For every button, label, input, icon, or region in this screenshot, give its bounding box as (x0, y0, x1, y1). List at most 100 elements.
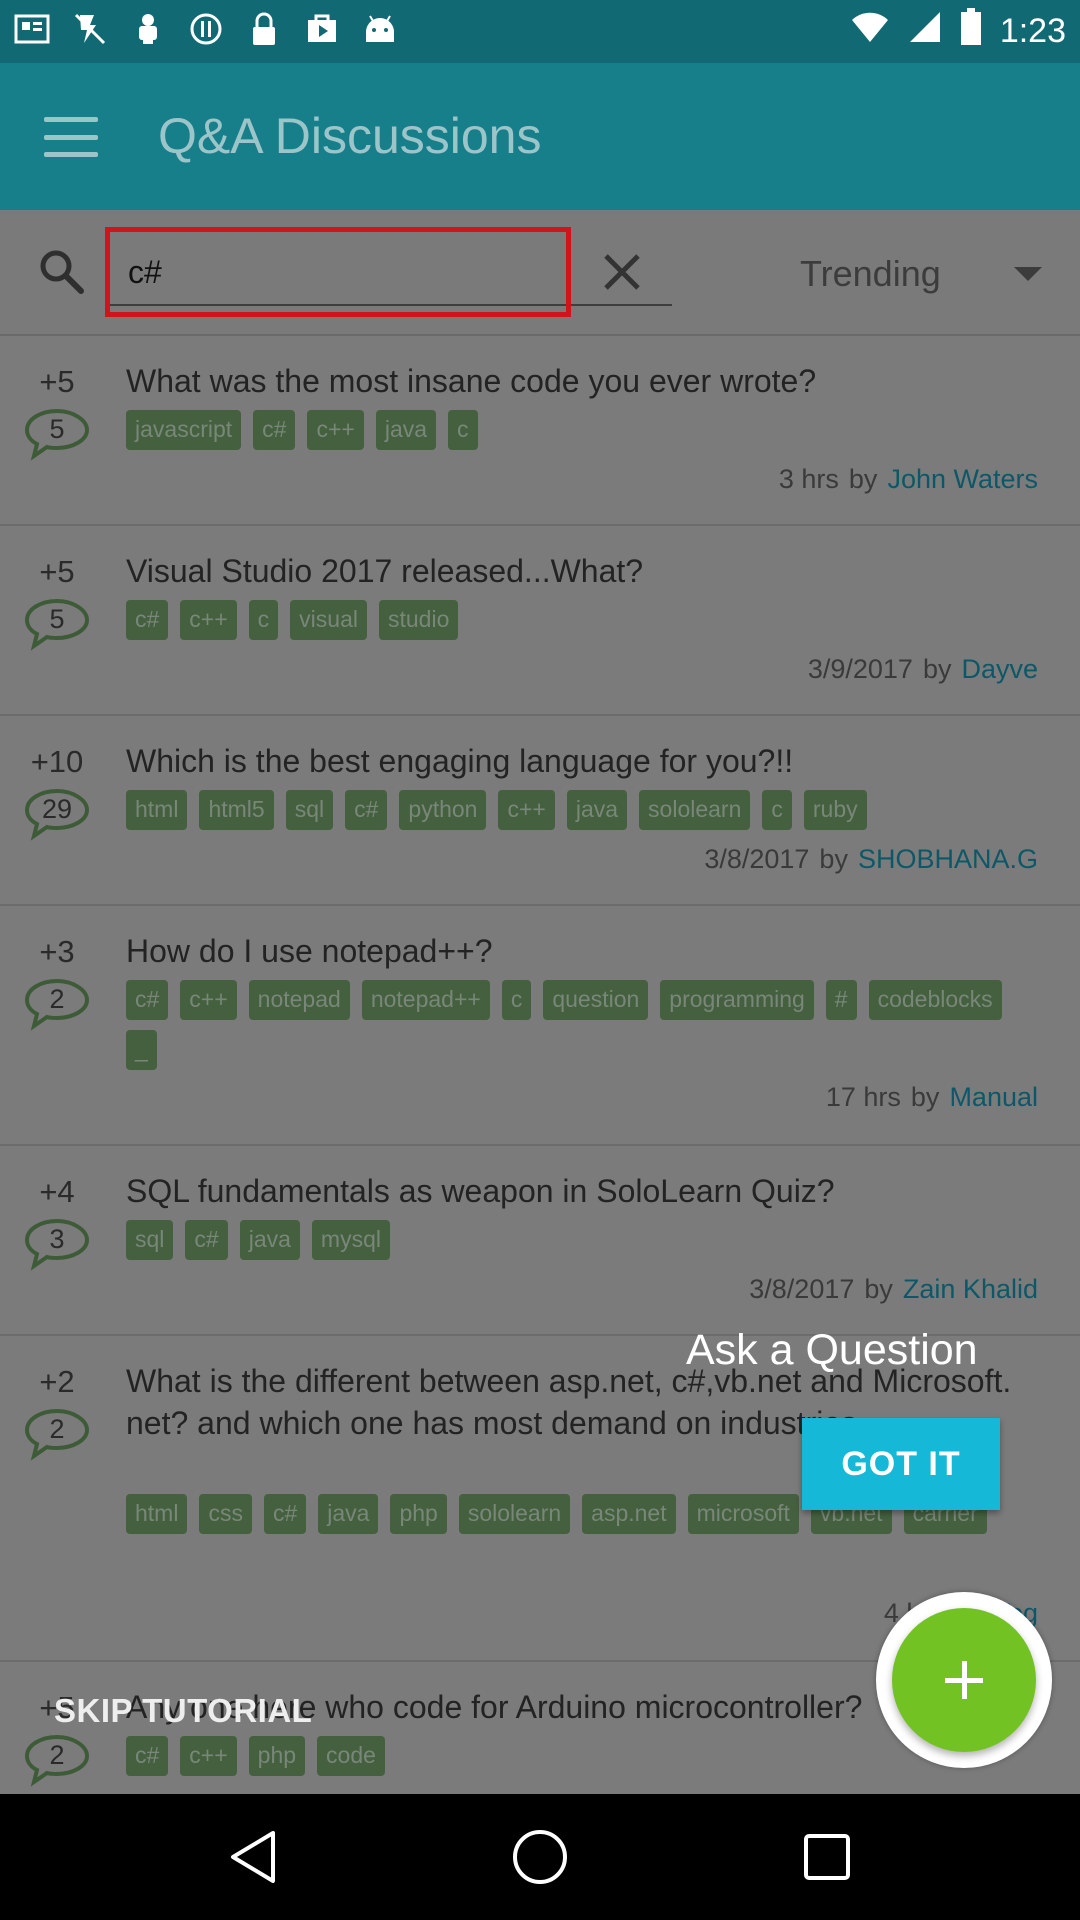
tag-chip[interactable]: c++ (498, 790, 555, 830)
tag-chip[interactable]: c# (263, 1494, 307, 1534)
tag-list: html html5 sql c# python c++ java sololearn c rub… (126, 790, 1026, 830)
list-item[interactable]: +10 29 Which is the best engaging language… (0, 716, 1080, 906)
question-title[interactable]: Which is the best engaging language for … (126, 740, 1026, 782)
tag-chip[interactable]: html (126, 790, 188, 830)
tag-chip[interactable]: codeblocks (868, 980, 1002, 1020)
list-item[interactable]: +5 5 What was the most insane code you eve… (0, 336, 1080, 526)
post-meta: 3/8/2017 by Zain Khalid (749, 1274, 1038, 1305)
tag-chip[interactable]: mysql (311, 1220, 390, 1260)
by-label: by (922, 654, 952, 684)
answer-count: 29 (41, 794, 73, 824)
tag-chip[interactable]: c++ (180, 600, 237, 640)
tag-chip[interactable]: java (375, 410, 437, 450)
tag-chip[interactable]: php (390, 1494, 447, 1534)
recents-icon[interactable] (795, 1825, 859, 1889)
chevron-down-icon (1014, 267, 1042, 281)
play-store-icon (304, 12, 340, 52)
tag-chip[interactable]: microsoft (687, 1494, 799, 1534)
gallery-icon (14, 12, 50, 52)
discussion-list: +5 5 What was the most insane code you eve… (0, 336, 1080, 1794)
tag-chip[interactable]: _ (126, 1030, 157, 1070)
tag-chip[interactable]: c (501, 980, 532, 1020)
tag-chip[interactable]: c++ (180, 1736, 237, 1776)
list-item[interactable]: +3 2 How do I use notepad++? c# c++ notepad no… (0, 906, 1080, 1146)
tag-chip[interactable]: notepad++ (361, 980, 490, 1020)
add-question-button[interactable] (892, 1608, 1036, 1752)
tag-chip[interactable]: html5 (199, 790, 274, 830)
skip-tutorial-button[interactable]: SKIP TUTORIAL (54, 1692, 312, 1730)
author-link[interactable]: Zain Khalid (903, 1274, 1038, 1305)
tag-chip[interactable]: studio (378, 600, 459, 640)
tag-chip[interactable]: c# (185, 1220, 228, 1260)
answer-count-badge: 5 (24, 598, 90, 651)
tag-chip[interactable]: javascript (126, 410, 242, 450)
search-input[interactable] (108, 240, 672, 306)
close-icon[interactable] (600, 250, 644, 294)
answer-count: 2 (49, 1740, 65, 1770)
author-link[interactable]: Manual (949, 1082, 1038, 1113)
tag-chip[interactable]: sql (285, 790, 334, 830)
tag-chip[interactable]: ruby (803, 790, 867, 830)
answer-count: 2 (49, 1414, 65, 1444)
navigation-bar (0, 1794, 1080, 1920)
post-meta: 3/9/2017 by Dayve (808, 654, 1038, 685)
vote-count: +3 (39, 934, 75, 969)
tag-chip[interactable]: question (543, 980, 649, 1020)
question-title[interactable]: Visual Studio 2017 released...What? (126, 550, 1026, 592)
question-title[interactable]: What was the most insane code you ever w… (126, 360, 1026, 402)
tag-chip[interactable]: c# (126, 980, 169, 1020)
sort-dropdown[interactable]: Trending (800, 244, 1060, 304)
search-bar: Trending (0, 210, 1080, 336)
tag-chip[interactable]: programming (660, 980, 814, 1020)
vote-count: +2 (39, 1364, 75, 1399)
tutorial-title: Ask a Question (686, 1326, 978, 1374)
tag-chip[interactable]: c++ (307, 410, 364, 450)
tag-chip[interactable]: c# (126, 1736, 169, 1776)
tag-chip[interactable]: sololearn (458, 1494, 571, 1534)
by-label: by (864, 1274, 893, 1304)
download-icon (130, 11, 166, 53)
tag-chip[interactable]: java (318, 1494, 379, 1534)
tag-chip[interactable]: c++ (180, 980, 237, 1020)
tag-chip[interactable]: notepad (248, 980, 350, 1020)
app-bar: Q&A Discussions (0, 63, 1080, 210)
tag-chip[interactable]: c# (253, 410, 296, 450)
author-link[interactable]: Dayve (961, 654, 1038, 685)
tag-chip[interactable]: sololearn (639, 790, 751, 830)
back-icon[interactable] (221, 1825, 285, 1889)
android-icon (362, 12, 398, 52)
hamburger-menu-icon[interactable] (44, 117, 98, 157)
page-title: Q&A Discussions (158, 108, 542, 164)
tag-chip[interactable]: python (399, 790, 487, 830)
home-icon[interactable] (508, 1825, 572, 1889)
tag-chip[interactable]: c (248, 600, 279, 640)
author-link[interactable]: John Waters (887, 464, 1038, 495)
answer-count-badge: 2 (24, 978, 90, 1031)
tag-chip[interactable]: # (825, 980, 857, 1020)
clock-time: 1:23 (999, 12, 1066, 50)
vote-count: +10 (30, 744, 84, 779)
question-title[interactable]: SQL fundamentals as weapon in SoloLearn … (126, 1170, 1026, 1212)
tag-chip[interactable]: c (448, 410, 478, 450)
tag-chip[interactable]: asp.net (582, 1494, 676, 1534)
search-icon (40, 250, 84, 294)
tag-chip[interactable]: html (126, 1494, 188, 1534)
tag-chip[interactable]: php (248, 1736, 306, 1776)
tag-chip[interactable]: c# (345, 790, 388, 830)
got-it-button[interactable]: GOT IT (802, 1418, 1000, 1510)
question-title[interactable]: How do I use notepad++? (126, 930, 1026, 972)
author-link[interactable]: SHOBHANA.G (858, 844, 1038, 875)
lock-icon (246, 11, 282, 53)
list-item[interactable]: +4 3 SQL fundamentals as weapon in SoloLea… (0, 1146, 1080, 1336)
tag-chip[interactable]: visual (290, 600, 367, 640)
tag-chip[interactable]: c (762, 790, 792, 830)
list-item[interactable]: +5 5 Visual Studio 2017 released...What? c#… (0, 526, 1080, 716)
answer-count-badge: 3 (24, 1218, 90, 1271)
tag-list: c# c++ php code (126, 1736, 1026, 1776)
tag-chip[interactable]: code (317, 1736, 385, 1776)
tag-chip[interactable]: sql (126, 1220, 174, 1260)
tag-chip[interactable]: c# (126, 600, 169, 640)
tag-chip[interactable]: css (199, 1494, 252, 1534)
tag-chip[interactable]: java (566, 790, 628, 830)
tag-chip[interactable]: java (239, 1220, 300, 1260)
